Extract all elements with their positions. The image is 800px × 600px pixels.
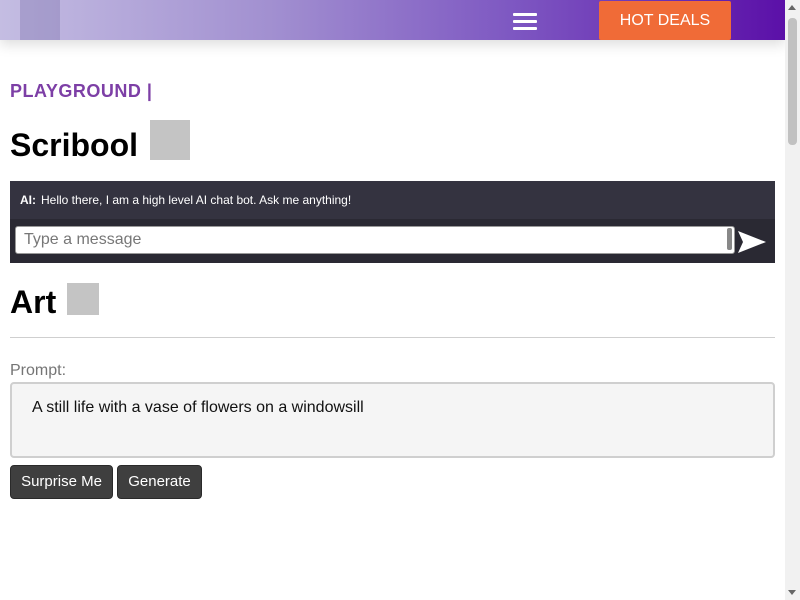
chat-message: AI: Hello there, I am a high level AI cha… <box>20 193 351 207</box>
prompt-label: Prompt: <box>10 362 67 379</box>
prompt-textarea[interactable]: A still life with a vase of flowers on a… <box>10 382 775 458</box>
scribool-image-placeholder <box>150 120 190 160</box>
surprise-me-button[interactable]: Surprise Me <box>10 465 113 499</box>
send-icon[interactable] <box>738 231 766 253</box>
page-scrollbar[interactable] <box>785 0 800 600</box>
hot-deals-button[interactable]: HOT DEALS <box>599 1 731 40</box>
section-label: PLAYGROUND | <box>10 81 153 101</box>
art-image-placeholder <box>67 283 99 315</box>
scroll-up-arrow-icon[interactable] <box>788 5 796 10</box>
logo-placeholder[interactable] <box>20 0 60 40</box>
scroll-thumb[interactable] <box>788 18 797 145</box>
scribool-heading: Scribool <box>10 127 139 163</box>
scroll-down-arrow-icon[interactable] <box>788 590 796 595</box>
chat-sender: AI: <box>20 193 36 207</box>
chat-panel: AI: Hello there, I am a high level AI cha… <box>10 181 775 263</box>
generate-button[interactable]: Generate <box>117 465 202 499</box>
art-heading: Art <box>10 284 57 320</box>
chat-message-text: Hello there, I am a high level AI chat b… <box>41 193 352 207</box>
hamburger-icon-line <box>513 13 537 16</box>
section-divider <box>10 337 775 338</box>
chat-input-row <box>10 219 775 263</box>
hamburger-icon-line <box>513 27 537 30</box>
input-scroll-handle <box>727 228 732 250</box>
chat-message-input[interactable] <box>15 226 735 254</box>
top-navbar: HOT DEALS <box>0 0 785 40</box>
hamburger-icon-line <box>513 20 537 23</box>
hamburger-menu-button[interactable] <box>510 9 540 33</box>
